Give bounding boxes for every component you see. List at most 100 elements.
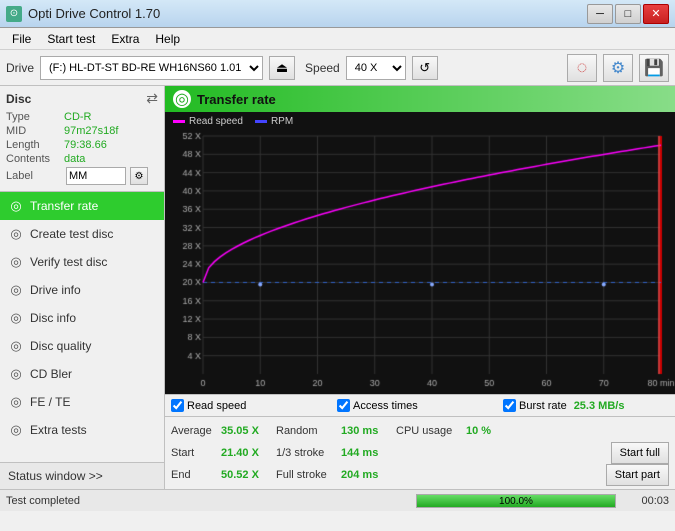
drive-select[interactable]: (F:) HL-DT-ST BD-RE WH16NS60 1.01 xyxy=(40,56,263,80)
status-bar: Test completed 100.0% 00:03 xyxy=(0,489,675,511)
burst-rate-check-item: Burst rate 25.3 MB/s xyxy=(503,399,669,412)
chart-icon: ◎ xyxy=(173,90,191,108)
nav-verify-test-disc-label: Verify test disc xyxy=(30,255,107,269)
label-settings-button[interactable]: ⚙ xyxy=(130,167,148,185)
app-title: Opti Drive Control 1.70 xyxy=(28,6,160,21)
end-label: End xyxy=(171,469,221,481)
nav-cd-bler[interactable]: ◎ CD Bler xyxy=(0,360,164,388)
disc-title: Disc xyxy=(6,92,31,106)
menu-file[interactable]: File xyxy=(4,30,39,48)
nav-disc-quality-label: Disc quality xyxy=(30,339,91,353)
nav-disc-info[interactable]: ◎ Disc info xyxy=(0,304,164,332)
access-times-check-item: Access times xyxy=(337,399,503,412)
speed-select[interactable]: 40 X xyxy=(346,56,406,80)
stroke13-value: 144 ms xyxy=(341,447,396,459)
read-speed-check-label: Read speed xyxy=(187,400,246,412)
drive-info-icon: ◎ xyxy=(8,282,24,298)
status-window-button[interactable]: Status window >> xyxy=(0,462,164,489)
nav-transfer-rate[interactable]: ◎ Transfer rate xyxy=(0,192,164,220)
read-speed-checkbox[interactable] xyxy=(171,399,184,412)
mid-value: 97m27s18f xyxy=(64,125,118,137)
toolbar: Drive (F:) HL-DT-ST BD-RE WH16NS60 1.01 … xyxy=(0,50,675,86)
burst-rate-check-label: Burst rate xyxy=(519,400,567,412)
app-icon: ⊙ xyxy=(6,6,22,22)
start-part-button[interactable]: Start part xyxy=(606,464,669,486)
menu-help[interactable]: Help xyxy=(147,30,188,48)
read-speed-check-item: Read speed xyxy=(171,399,337,412)
contents-value: data xyxy=(64,153,85,165)
disc-section: Disc ⇄ Type CD-R MID 97m27s18f Length 79… xyxy=(0,86,164,192)
nav-extra-tests[interactable]: ◎ Extra tests xyxy=(0,416,164,444)
right-panel: ◎ Transfer rate Read speed RPM Read spee… xyxy=(165,86,675,489)
cd-bler-icon: ◎ xyxy=(8,366,24,382)
nav-items: ◎ Transfer rate ◎ Create test disc ◎ Ver… xyxy=(0,192,164,444)
label-label: Label xyxy=(6,170,64,182)
maximize-button[interactable]: □ xyxy=(615,4,641,24)
label-input[interactable] xyxy=(66,167,126,185)
checks-row: Read speed Access times Burst rate 25.3 … xyxy=(165,394,675,416)
access-times-check-label: Access times xyxy=(353,400,418,412)
nav-drive-info-label: Drive info xyxy=(30,283,81,297)
stats-row-1: Average 35.05 X Random 130 ms CPU usage … xyxy=(171,420,669,442)
start-full-button[interactable]: Start full xyxy=(611,442,669,464)
stats-row-3: End 50.52 X Full stroke 204 ms Start par… xyxy=(171,464,669,486)
disc-info-icon: ◎ xyxy=(8,310,24,326)
nav-disc-quality[interactable]: ◎ Disc quality xyxy=(0,332,164,360)
legend-read-speed-label: Read speed xyxy=(189,116,243,127)
erase-button[interactable]: ◌ xyxy=(567,54,597,82)
stats-row-2: Start 21.40 X 1/3 stroke 144 ms Start fu… xyxy=(171,442,669,464)
settings-button[interactable]: ⚙ xyxy=(603,54,633,82)
extra-tests-icon: ◎ xyxy=(8,422,24,438)
mid-label: MID xyxy=(6,125,64,137)
menu-start-test[interactable]: Start test xyxy=(39,30,103,48)
drive-label: Drive xyxy=(6,61,34,75)
nav-transfer-rate-label: Transfer rate xyxy=(30,199,98,213)
end-value: 50.52 X xyxy=(221,469,276,481)
progress-bar-container: 100.0% xyxy=(416,494,616,508)
status-window-label: Status window >> xyxy=(8,469,103,483)
disc-quality-icon: ◎ xyxy=(8,338,24,354)
minimize-button[interactable]: ─ xyxy=(587,4,613,24)
transfer-rate-icon: ◎ xyxy=(8,198,24,214)
nav-extra-tests-label: Extra tests xyxy=(30,423,87,437)
create-test-disc-icon: ◎ xyxy=(8,226,24,242)
legend-rpm-color xyxy=(255,120,267,123)
legend-read-speed: Read speed xyxy=(173,116,243,127)
burst-rate-checkbox[interactable] xyxy=(503,399,516,412)
nav-create-test-disc[interactable]: ◎ Create test disc xyxy=(0,220,164,248)
legend-rpm-label: RPM xyxy=(271,116,293,127)
refresh-button[interactable]: ↺ xyxy=(412,56,438,80)
nav-verify-test-disc[interactable]: ◎ Verify test disc xyxy=(0,248,164,276)
cpu-value: 10 % xyxy=(466,425,506,437)
cpu-label: CPU usage xyxy=(396,425,466,437)
type-label: Type xyxy=(6,111,64,123)
chart-title: Transfer rate xyxy=(197,92,276,107)
window-controls: ─ □ ✕ xyxy=(587,4,669,24)
left-panel: Disc ⇄ Type CD-R MID 97m27s18f Length 79… xyxy=(0,86,165,489)
nav-fe-te[interactable]: ◎ FE / TE xyxy=(0,388,164,416)
legend-read-speed-color xyxy=(173,120,185,123)
random-value: 130 ms xyxy=(341,425,396,437)
access-times-checkbox[interactable] xyxy=(337,399,350,412)
progress-text: 100.0% xyxy=(417,496,615,507)
save-button[interactable]: 💾 xyxy=(639,54,669,82)
chart-legend: Read speed RPM xyxy=(165,112,675,130)
menu-extra[interactable]: Extra xyxy=(103,30,147,48)
burst-rate-value: 25.3 MB/s xyxy=(574,400,625,412)
chart-header: ◎ Transfer rate xyxy=(165,86,675,112)
full-stroke-value: 204 ms xyxy=(341,469,396,481)
verify-test-disc-icon: ◎ xyxy=(8,254,24,270)
contents-label: Contents xyxy=(6,153,64,165)
nav-drive-info[interactable]: ◎ Drive info xyxy=(0,276,164,304)
fe-te-icon: ◎ xyxy=(8,394,24,410)
nav-cd-bler-label: CD Bler xyxy=(30,367,72,381)
nav-create-test-disc-label: Create test disc xyxy=(30,227,113,241)
length-value: 79:38.66 xyxy=(64,139,107,151)
speed-label: Speed xyxy=(305,61,340,75)
eject-button[interactable]: ⏏ xyxy=(269,56,295,80)
time-text: 00:03 xyxy=(624,495,669,507)
average-label: Average xyxy=(171,425,221,437)
stats-area: Average 35.05 X Random 130 ms CPU usage … xyxy=(165,416,675,489)
close-button[interactable]: ✕ xyxy=(643,4,669,24)
disc-arrow-icon[interactable]: ⇄ xyxy=(146,90,158,107)
